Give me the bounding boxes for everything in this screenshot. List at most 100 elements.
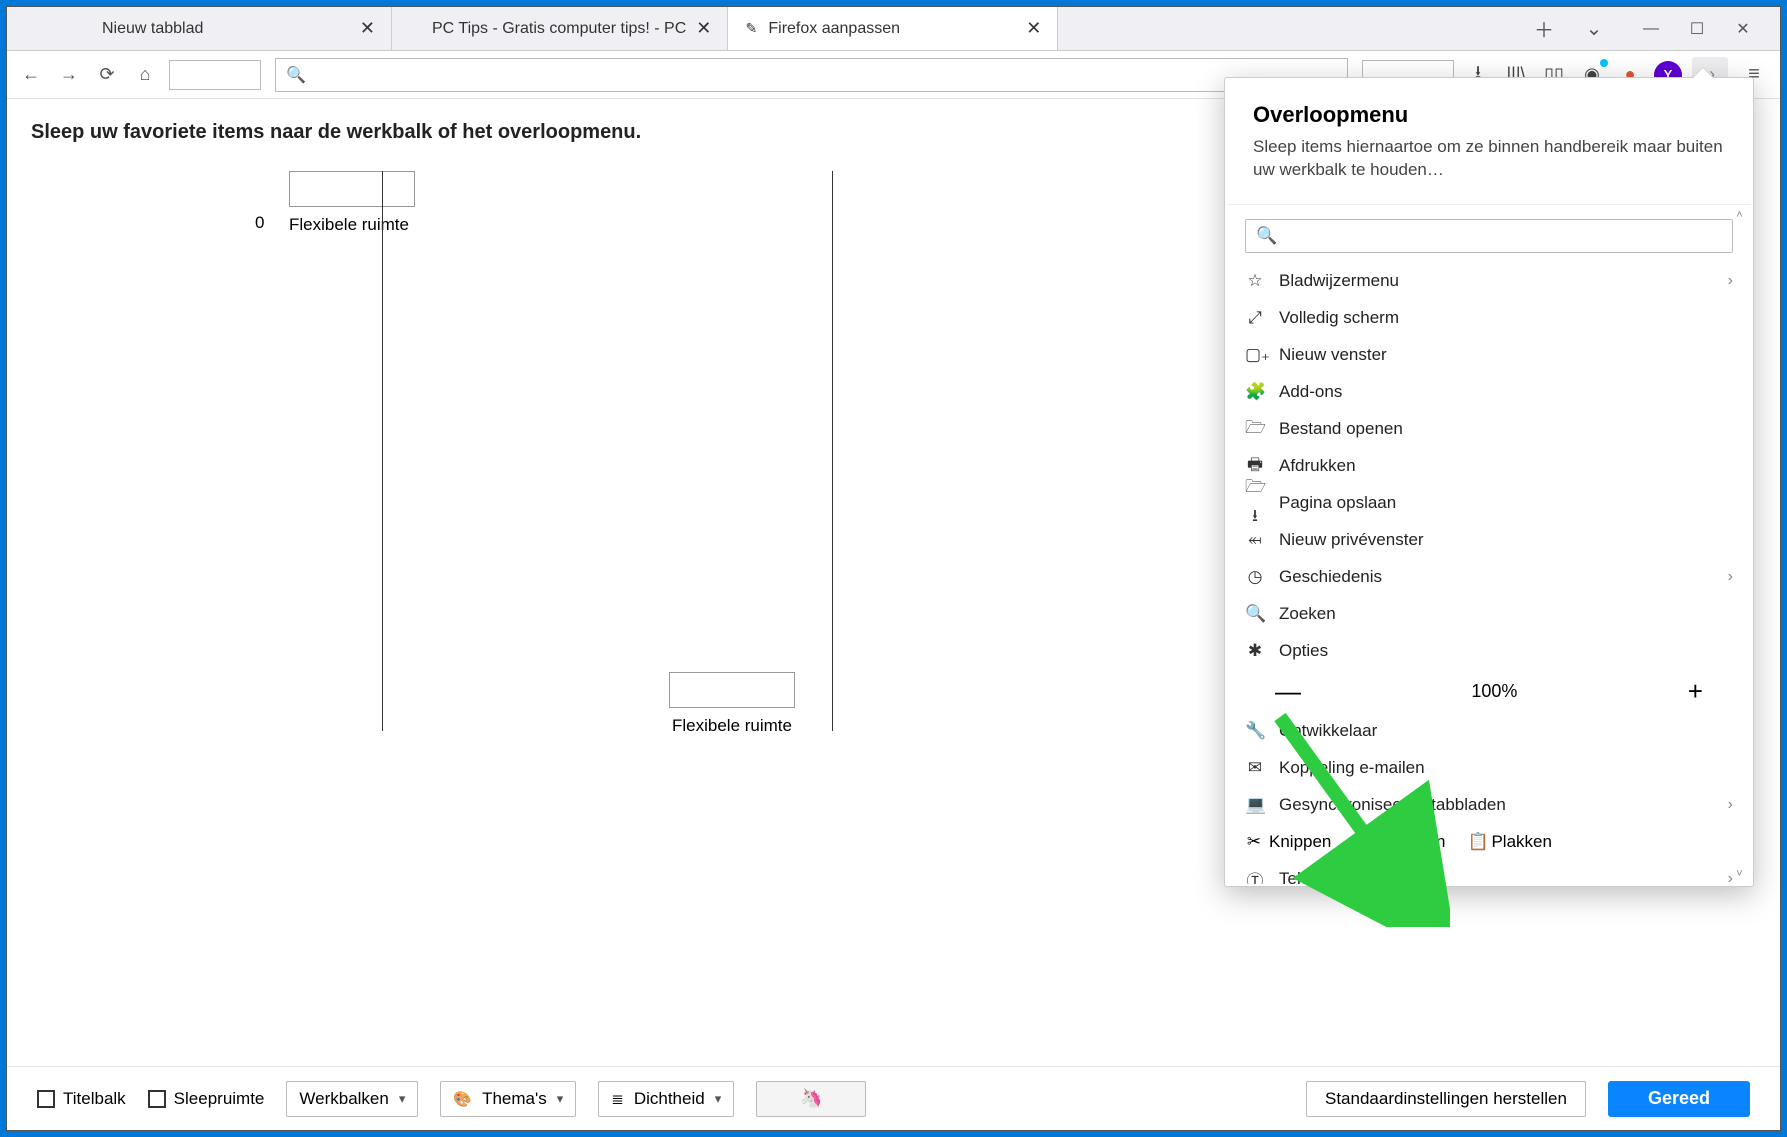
menu-item-save-page[interactable]: 🗁⭳Pagina opslaan (1245, 485, 1733, 522)
menu-label: Gesynchroniseerde tabbladen (1279, 795, 1506, 815)
tab-1[interactable]: PC Tips - Gratis computer tips! - PC ✕ (392, 7, 728, 50)
titlebar-checkbox[interactable]: Titelbalk (37, 1089, 126, 1109)
menu-item-addons[interactable]: 🧩 Add-ons (1245, 374, 1733, 411)
palette-item-1[interactable]: Flexibele ruimte (669, 672, 795, 736)
theme-icon: 🎨 (453, 1090, 472, 1108)
checkbox-label: Sleepruimte (174, 1089, 265, 1109)
cut-button[interactable]: ✂Knippen (1245, 832, 1331, 852)
flex-space-box[interactable] (669, 672, 795, 708)
menu-label: Pagina opslaan (1279, 493, 1396, 513)
puzzle-icon: 🧩 (1245, 382, 1265, 402)
tab-0[interactable]: Nieuw tabblad ✕ (62, 7, 392, 50)
done-button[interactable]: Gereed (1608, 1081, 1750, 1117)
new-tab-button[interactable]: ＋ (1528, 14, 1560, 43)
url-bar[interactable]: 🔍 (275, 58, 1348, 92)
density-select[interactable]: ≣Dichtheid▾ (598, 1081, 734, 1117)
restore-defaults-button[interactable]: Standaardinstellingen herstellen (1306, 1081, 1586, 1117)
window-icon: ▢₊ (1245, 345, 1265, 365)
menu-item-new-window[interactable]: ▢₊ Nieuw venster (1245, 337, 1733, 374)
scrollbar[interactable]: ˄ ˅ (1731, 209, 1748, 880)
menu-label: Bestand openen (1279, 419, 1403, 439)
scroll-up-icon[interactable]: ˄ (1736, 209, 1742, 221)
close-window-button[interactable]: ✕ (1720, 19, 1766, 39)
flex-space-slot[interactable] (169, 60, 261, 90)
chevron-down-icon: ▾ (715, 1091, 722, 1107)
reload-button[interactable]: ⟳ (93, 61, 121, 89)
copy-icon: ⎘ (1353, 832, 1371, 852)
menu-label: Opties (1279, 641, 1328, 661)
menu-label: Nieuw venster (1279, 345, 1387, 365)
checkbox-label: Titelbalk (63, 1089, 126, 1109)
tab-filler (7, 7, 62, 50)
checkbox-icon (37, 1090, 55, 1108)
save-icon: 🗁⭳ (1245, 474, 1265, 532)
flex-space-box[interactable] (289, 171, 415, 207)
panel-search-box[interactable]: 🔍 (1245, 219, 1733, 253)
menu-item-synced-tabs[interactable]: 💻Gesynchroniseerde tabbladen› (1245, 787, 1733, 824)
menu-label: Tekstcodering (1279, 869, 1384, 884)
laptop-icon: 💻 (1245, 795, 1265, 815)
gear-icon: ✱ (1245, 641, 1265, 661)
panel-description: Sleep items hiernaartoe om ze binnen han… (1253, 136, 1725, 182)
tab-title: Nieuw tabblad (102, 20, 350, 38)
menu-label: Bladwijzermenu (1279, 271, 1399, 291)
zoom-value: 100% (1471, 681, 1517, 702)
zoom-out-button[interactable]: — (1275, 676, 1301, 707)
themes-select[interactable]: 🎨Thema's▾ (440, 1081, 576, 1117)
menu-item-fullscreen[interactable]: ⤢ Volledig scherm (1245, 300, 1733, 337)
brush-icon: ✎ (742, 20, 760, 38)
menu-item-search[interactable]: 🔍Zoeken (1245, 596, 1733, 633)
back-button[interactable]: ← (17, 61, 45, 89)
menu-item-open-file[interactable]: 🗁Bestand openen (1245, 411, 1733, 448)
unicorn-button[interactable]: 🦄 (756, 1081, 866, 1117)
tab-bar: Nieuw tabblad ✕ PC Tips - Gratis compute… (7, 7, 1780, 51)
customize-main: Sleep uw favoriete items naar de werkbal… (7, 99, 1780, 1066)
forward-button[interactable]: → (55, 61, 83, 89)
paste-button[interactable]: 📋Plakken (1467, 832, 1551, 852)
cut-label: Knippen (1269, 832, 1331, 852)
chevron-down-icon: ▾ (399, 1091, 406, 1107)
menu-label: Zoeken (1279, 604, 1336, 624)
fullscreen-icon: ⤢ (1245, 308, 1265, 328)
customize-footer: Titelbalk Sleepruimte Werkbalken ▾ 🎨 Thema… (7, 1066, 1780, 1130)
close-icon[interactable]: ✕ (358, 18, 377, 39)
menu-label: Volledig scherm (1279, 308, 1399, 328)
menu-label: Add-ons (1279, 382, 1342, 402)
menu-item-private-window[interactable]: ⬶Nieuw privévenster (1245, 522, 1733, 559)
select-label: Thema's (482, 1089, 547, 1109)
menu-item-bookmarks[interactable]: ☆Bladwijzermenu› (1245, 263, 1733, 300)
copy-label: Kopiëren (1377, 832, 1445, 852)
menu-item-developer[interactable]: 🔧Ontwikkelaar (1245, 713, 1733, 750)
menu-item-options[interactable]: ✱ Opties (1245, 633, 1733, 670)
menu-item-history[interactable]: ◷Geschiedenis› (1245, 559, 1733, 596)
close-icon[interactable]: ✕ (694, 18, 713, 39)
toolbars-select[interactable]: Werkbalken ▾ (286, 1081, 418, 1117)
close-icon[interactable]: ✕ (1024, 18, 1043, 39)
palette-item-0[interactable]: 0 Flexibele ruimte (289, 171, 415, 235)
edit-controls: ✂Knippen ⎘ Kopiëren 📋Plakken (1245, 824, 1733, 861)
window-controls: — ☐ ✕ (1628, 19, 1766, 39)
select-label: Werkbalken (299, 1089, 388, 1109)
maximize-button[interactable]: ☐ (1674, 19, 1720, 39)
item-index: 0 (255, 213, 264, 233)
dragspace-checkbox[interactable]: Sleepruimte (148, 1089, 265, 1109)
menu-item-email-link[interactable]: ✉Koppeling e-mailen (1245, 750, 1733, 787)
panel-body: ˄ ˅ 🔍 ☆Bladwijzermenu› ⤢Volledig scherm … (1227, 204, 1751, 884)
tab-icon (76, 20, 94, 38)
search-icon: 🔍 (1256, 226, 1277, 246)
menu-item-text-encoding[interactable]: ⓉTekstcodering› (1245, 861, 1733, 884)
tab-icon (406, 20, 424, 38)
density-icon: ≣ (611, 1090, 624, 1108)
scroll-down-icon[interactable]: ˅ (1736, 868, 1742, 880)
menu-label: Koppeling e-mailen (1279, 758, 1425, 778)
zoom-in-button[interactable]: + (1688, 676, 1703, 707)
menu-item-print[interactable]: 🖶Afdrukken (1245, 448, 1733, 485)
tab-2-active[interactable]: ✎ Firefox aanpassen ✕ (728, 7, 1058, 50)
copy-button[interactable]: ⎘ Kopiëren (1353, 832, 1445, 852)
mask-icon: ⬶ (1245, 530, 1265, 550)
home-button[interactable]: ⌂ (131, 61, 159, 89)
panel-header: Overloopmenu Sleep items hiernaartoe om … (1227, 80, 1751, 204)
minimize-button[interactable]: — (1628, 20, 1674, 38)
tabs-dropdown-button[interactable]: ⌄ (1578, 16, 1610, 41)
divider (382, 171, 383, 731)
